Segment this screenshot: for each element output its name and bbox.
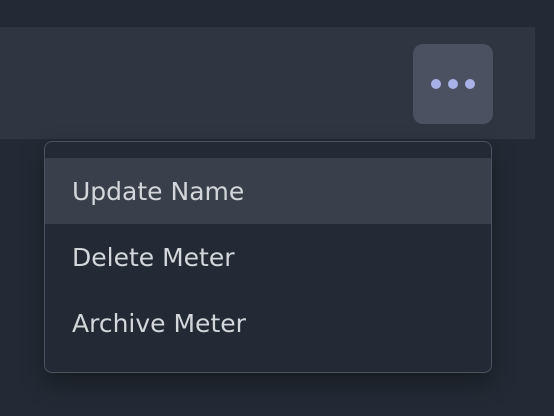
dropdown-menu: Update Name Delete Meter Archive Meter — [44, 141, 492, 373]
menu-padding — [45, 142, 491, 158]
menu-item-archive-meter[interactable]: Archive Meter — [45, 290, 491, 356]
menu-item-delete-meter[interactable]: Delete Meter — [45, 224, 491, 290]
ellipsis-horizontal-icon — [448, 79, 458, 89]
ellipsis-horizontal-icon — [465, 79, 475, 89]
menu-item-update-name[interactable]: Update Name — [45, 158, 491, 224]
more-options-button[interactable] — [413, 44, 493, 124]
ellipsis-horizontal-icon — [431, 79, 441, 89]
